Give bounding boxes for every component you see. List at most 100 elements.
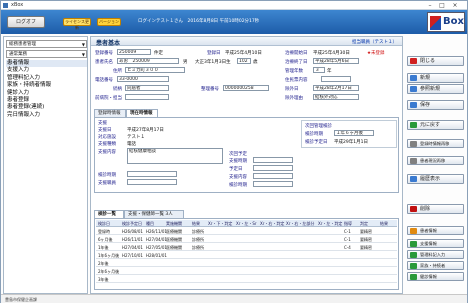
- status-text: 豊島市保健企画課: [5, 297, 37, 302]
- top-toolbar: ログオフ ライセンス更新 バージョン ログインテスト１さん 2016年8月8日 …: [1, 10, 467, 34]
- reload-registration-icon: [410, 141, 417, 147]
- grid-header: 検診日 検診予定日 種目 実施機関 結果 Xr・下・判定 Xr・左・Sr Xr・…: [96, 220, 397, 227]
- sidebar-menu: 患者情報 支援入力 管理料記入力 家族・持続者情報 健診入力 患者登録 患者登録…: [6, 60, 87, 119]
- table-row[interactable]: 6ヶ月後 H26/11/01 H27/04/01 医療機関 診療所 C-1 要精密: [96, 236, 397, 243]
- reference-new-button[interactable]: 参照新規: [407, 84, 464, 94]
- contact-label: 続柄: [113, 87, 122, 92]
- residence-label: 住民票内容: [285, 78, 308, 83]
- period-field[interactable]: ３: [313, 67, 325, 73]
- patient-main-panel: 患者基本 担当職員（テスト１） 登録番号 250009 件定 登録日 平成25年…: [90, 36, 403, 294]
- patient-info-button[interactable]: 患者情報: [407, 226, 464, 235]
- kana-label: 患者氏名: [95, 60, 113, 65]
- new-button[interactable]: 新規: [407, 73, 464, 83]
- end-date-label: 治療終了日: [285, 60, 308, 65]
- period-unit: 年: [327, 69, 332, 74]
- reload-registration-button[interactable]: 登録時情報再移: [407, 139, 464, 148]
- table-cell: 2年後: [98, 261, 109, 266]
- sidebar-item-family-info[interactable]: 家族・持続者情報: [6, 82, 87, 89]
- tab-checkup-list[interactable]: 検診一覧: [94, 210, 124, 218]
- unregistered-badge: ★未登録: [367, 51, 385, 56]
- next-timing-field[interactable]: １年６ヶ月後: [334, 130, 374, 136]
- staff-link[interactable]: 担当職員（テスト１）: [352, 39, 397, 45]
- table-row[interactable]: 1年6ヶ月後 H27/10/01 H28/01/01: [96, 252, 397, 259]
- reg2-field[interactable]: 0000000258: [223, 85, 269, 91]
- history-icon: [410, 176, 417, 182]
- table-cell: H26/11/01: [146, 229, 167, 234]
- family-button[interactable]: 家族・持続者: [407, 261, 464, 270]
- checkup-info-button[interactable]: 健診情報: [407, 272, 464, 281]
- tab-support-list[interactable]: 支援・保健師一覧 3人: [124, 210, 184, 218]
- age-unit: 歳: [253, 60, 258, 65]
- support-info-icon: [410, 241, 417, 247]
- contact-field[interactable]: 同居者: [125, 85, 169, 91]
- exit-date-field[interactable]: 平成28年2月17日: [313, 85, 359, 91]
- close-window-icon[interactable]: ×: [450, 2, 460, 9]
- plan-timing-label: 支援時期: [229, 159, 247, 164]
- version-button[interactable]: バージョン: [97, 18, 121, 26]
- delete-button[interactable]: 削除: [407, 204, 464, 214]
- tab-current-info[interactable]: 現在時情報: [126, 109, 158, 117]
- table-cell: 1年6ヶ月後: [98, 253, 120, 258]
- prev-hospital-field[interactable]: [125, 94, 169, 100]
- plan-checkup-field[interactable]: [253, 181, 293, 187]
- sidebar-item-checkup-input[interactable]: 健診入力: [6, 90, 87, 97]
- logout-button[interactable]: ログオフ: [7, 16, 45, 28]
- patient-no-field[interactable]: 250009: [117, 49, 151, 55]
- exit-reason-label: 除外理由: [285, 96, 303, 101]
- close-button[interactable]: 閉じる: [407, 56, 464, 66]
- table-cell: H27/10/01: [122, 253, 143, 258]
- tab-registration-info[interactable]: 登録時情報: [94, 109, 126, 117]
- plan-content-label: 支援内容: [229, 175, 247, 180]
- residence-field[interactable]: [321, 76, 351, 82]
- work-type-select[interactable]: 通常業務 ▼: [6, 50, 87, 58]
- support-info-button[interactable]: 支援情報: [407, 239, 464, 248]
- table-row[interactable]: 2年6ヶ月後: [96, 268, 397, 275]
- license-update-button[interactable]: ライセンス更新: [63, 18, 91, 30]
- minimize-icon[interactable]: –: [425, 2, 435, 9]
- table-cell: H27/04/01: [146, 237, 167, 242]
- support-staff-field[interactable]: [127, 179, 177, 185]
- table-row[interactable]: 2年後: [96, 260, 397, 267]
- end-date-field[interactable]: 平成28年5月6日: [313, 58, 359, 64]
- patient-name-field[interactable]: あお 250009: [117, 58, 179, 64]
- tel-field[interactable]: 33-0000: [117, 76, 169, 82]
- checkup-timing-field[interactable]: [127, 171, 177, 177]
- table-row[interactable]: 3年後: [96, 276, 397, 283]
- start-date-label: 治療開始日: [285, 51, 308, 56]
- sidebar-item-completion-input[interactable]: 完日情報入力: [6, 112, 87, 119]
- close-icon: [410, 58, 417, 64]
- support-section: 支援 支援日 平成27年8月17日 対応施設 テスト１ 支援種類 電話 支援内容…: [94, 117, 399, 193]
- exit-reason-field[interactable]: 結核外対応: [313, 94, 359, 100]
- support-facility-label: 対応施設: [98, 135, 116, 140]
- table-cell: C-1: [344, 237, 351, 242]
- table-row[interactable]: 登録時 H26/08/01 H26/11/01 医療機関 診療所 C-1 要精密: [96, 228, 397, 235]
- table-row[interactable]: 1年後 H27/04/01 H27/05/01 医療機関 診療所 C-4 要精密: [96, 244, 397, 251]
- table-cell: 診療所: [192, 237, 204, 242]
- management-input-button[interactable]: 管理料記入力: [407, 250, 464, 259]
- start-date: 平成25年4月30日: [313, 51, 350, 56]
- table-cell: C-4: [344, 245, 351, 250]
- plan-date-field[interactable]: [253, 165, 293, 171]
- table-cell: 診療所: [192, 245, 204, 250]
- support-content-field[interactable]: 結核健康相談: [127, 148, 223, 164]
- plan-timing-field[interactable]: [253, 157, 293, 163]
- checkup-grid: 検診日 検診予定日 種目 実施機関 結果 Xr・下・判定 Xr・左・Sr Xr・…: [94, 218, 399, 290]
- login-info: ログインテスト１さん 2016年8月8日 午前10時02分17秒: [138, 19, 260, 24]
- sidebar: 総務患者管理 ▼ 通常業務 ▼ 患者情報 支援入力 管理料記入力 家族・持続者情報 …: [3, 36, 88, 294]
- history-button[interactable]: 履歴表示: [407, 174, 464, 184]
- table-cell: H27/05/01: [146, 245, 167, 250]
- table-cell: 要精密: [360, 237, 372, 242]
- reference-new-icon: [410, 86, 417, 92]
- reload-status-button[interactable]: 患者現況再移: [407, 156, 464, 165]
- next-plan-date-label: 検診予定日: [305, 140, 328, 145]
- maximize-icon[interactable]: □: [437, 2, 447, 9]
- sidebar-item-patient-register-continuous[interactable]: 患者登録(連続): [6, 104, 87, 111]
- plan-content-field[interactable]: [253, 173, 293, 179]
- page-title: 患者基本: [96, 40, 121, 47]
- address-field[interactable]: ヒミカ町３００: [125, 67, 185, 73]
- undo-button[interactable]: 元に戻す: [407, 120, 464, 130]
- sidebar-item-support-input[interactable]: 支援入力: [6, 67, 87, 74]
- save-button[interactable]: 保存: [407, 100, 464, 110]
- table-cell: H26/11/01: [122, 237, 143, 242]
- category-select[interactable]: 総務患者管理 ▼: [6, 40, 87, 48]
